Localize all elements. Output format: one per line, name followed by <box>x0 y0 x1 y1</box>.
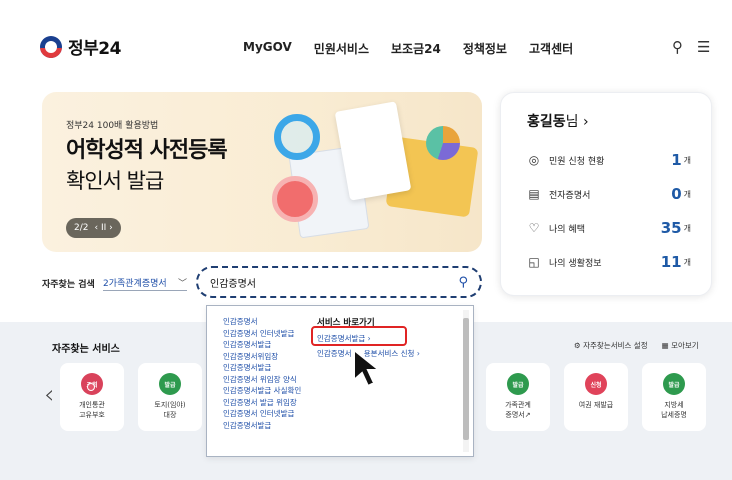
issue-badge-icon: 발급 <box>159 373 181 395</box>
apply-badge-icon: 신청 <box>585 373 607 395</box>
info-card-icon: ◱ <box>528 255 540 269</box>
suggestion-item[interactable]: 인감증명서 인터넷발급 <box>223 408 307 420</box>
document-icon: ▤ <box>528 187 540 201</box>
autocomplete-dropdown: 인감증명서 인감증명서 인터넷발급 인감증명서발급 인감증명서위임장 인감증명서… <box>206 305 474 457</box>
suggestion-item[interactable]: 인감증명서 <box>223 316 307 328</box>
service-card[interactable]: 발급 토지(임야) 대장 <box>138 363 202 431</box>
scrollbar-thumb[interactable] <box>463 318 469 440</box>
user-name[interactable]: 홍길동님 › <box>527 111 589 131</box>
logo-text: 정부24 <box>68 39 121 59</box>
suggestion-item[interactable]: 인감증명서발급 사실확인 <box>223 385 307 397</box>
dropdown-scrollbar[interactable] <box>463 310 469 452</box>
stat-benefits[interactable]: ♡ 나의 혜택 35 개 <box>527 219 691 237</box>
user-summary-card: 홍길동님 › ◎ 민원 신청 현황 1개 ▤ 전자증명서 0개 ♡ 나의 혜택 … <box>500 92 712 296</box>
banner-subtitle: 정부24 100배 활용방법 <box>66 121 159 131</box>
banner-title: 어학성적 사전등록 <box>66 138 228 163</box>
mouse-cursor-icon <box>353 348 382 388</box>
carousel-prev-icon[interactable]: ‹ <box>44 380 54 410</box>
promo-banner[interactable]: 정부24 100배 활용방법 어학성적 사전등록 확인서 발급 2/2 ‹ II… <box>42 92 482 252</box>
pie-chart-illustration <box>426 126 460 160</box>
nav-item-customer-center[interactable]: 고객센터 <box>529 40 573 57</box>
services-title: 자주찾는 서비스 <box>52 344 120 355</box>
service-card[interactable]: 발급 가족관계 증명서↗ <box>486 363 550 431</box>
nav-item-policy[interactable]: 정책정보 <box>463 40 507 57</box>
banner-pager: 2/2 ‹ II › <box>66 218 121 238</box>
suggestion-item[interactable]: 인감증명서 발급 위임장 <box>223 397 307 409</box>
service-card[interactable]: 신청 여권 재발급 <box>564 363 628 431</box>
suggestion-item[interactable]: 인감증명서 위임장 양식 <box>223 374 307 386</box>
issue-badge-icon: 발급 <box>663 373 685 395</box>
service-card[interactable]: 조회 개인통관고유부호 <box>60 363 124 431</box>
suggestion-item[interactable]: 인감증명서위임장 <box>223 351 307 363</box>
taegeuk-logo-icon <box>40 35 62 58</box>
header-tools: ⚲ ☰ <box>672 38 710 56</box>
service-card[interactable]: 발급 지방세 납세증명 <box>642 363 706 431</box>
chevron-down-icon: ﹀ <box>177 279 187 289</box>
frequent-search-label: 자주찾는 검색 <box>42 280 95 290</box>
issue-badge-icon: 발급 <box>507 373 529 395</box>
suggestion-item[interactable]: 인감증명서 인터넷발급 <box>223 328 307 340</box>
main-nav: MyGOV 민원서비스 보조금24 정책정보 고객센터 <box>243 40 573 57</box>
services-viewall-link[interactable]: ▦ 모아보기 <box>662 340 699 351</box>
suggestion-list: 인감증명서 인감증명서 인터넷발급 인감증명서발급 인감증명서위임장 인감증명서… <box>223 316 307 431</box>
frequent-search-select[interactable]: 2가족관계증명서 ﹀ <box>103 275 187 291</box>
stat-applications[interactable]: ◎ 민원 신청 현황 1개 <box>527 151 691 169</box>
nav-item-mygov[interactable]: MyGOV <box>243 40 292 57</box>
search-icon[interactable]: ⚲ <box>458 275 468 290</box>
search-input[interactable] <box>210 276 459 288</box>
highlight-box <box>311 326 407 346</box>
stat-life-info[interactable]: ◱ 나의 생활정보 11 개 <box>527 253 691 271</box>
suggestion-item[interactable]: 인감증명서발급 <box>223 362 307 374</box>
suggestion-item[interactable]: 인감증명서발급 <box>223 420 307 432</box>
heart-dot-icon <box>87 383 95 391</box>
services-links: ⚙ 자주찾는서비스 설정 ▦ 모아보기 <box>574 340 699 351</box>
nav-item-subsidy[interactable]: 보조금24 <box>391 40 441 57</box>
pager-count: 2/2 <box>74 223 89 233</box>
hamburger-menu-icon[interactable]: ☰ <box>697 38 710 56</box>
services-settings-link[interactable]: ⚙ 자주찾는서비스 설정 <box>574 340 648 351</box>
search-icon: ◎ <box>528 153 540 167</box>
search-icon[interactable]: ⚲ <box>672 38 683 56</box>
suggestion-item[interactable]: 인감증명서발급 <box>223 339 307 351</box>
heart-icon: ♡ <box>528 221 540 235</box>
magnifier-illustration <box>274 114 320 160</box>
search-box[interactable]: ⚲ <box>196 266 482 298</box>
site-logo[interactable]: 정부24 <box>40 34 121 59</box>
pager-controls[interactable]: ‹ II › <box>94 223 112 233</box>
alarm-clock-illustration <box>272 176 318 222</box>
stat-e-certificates[interactable]: ▤ 전자증명서 0개 <box>527 185 691 203</box>
nav-item-civil-service[interactable]: 민원서비스 <box>314 40 369 57</box>
banner-title-line2: 확인서 발급 <box>66 169 164 193</box>
